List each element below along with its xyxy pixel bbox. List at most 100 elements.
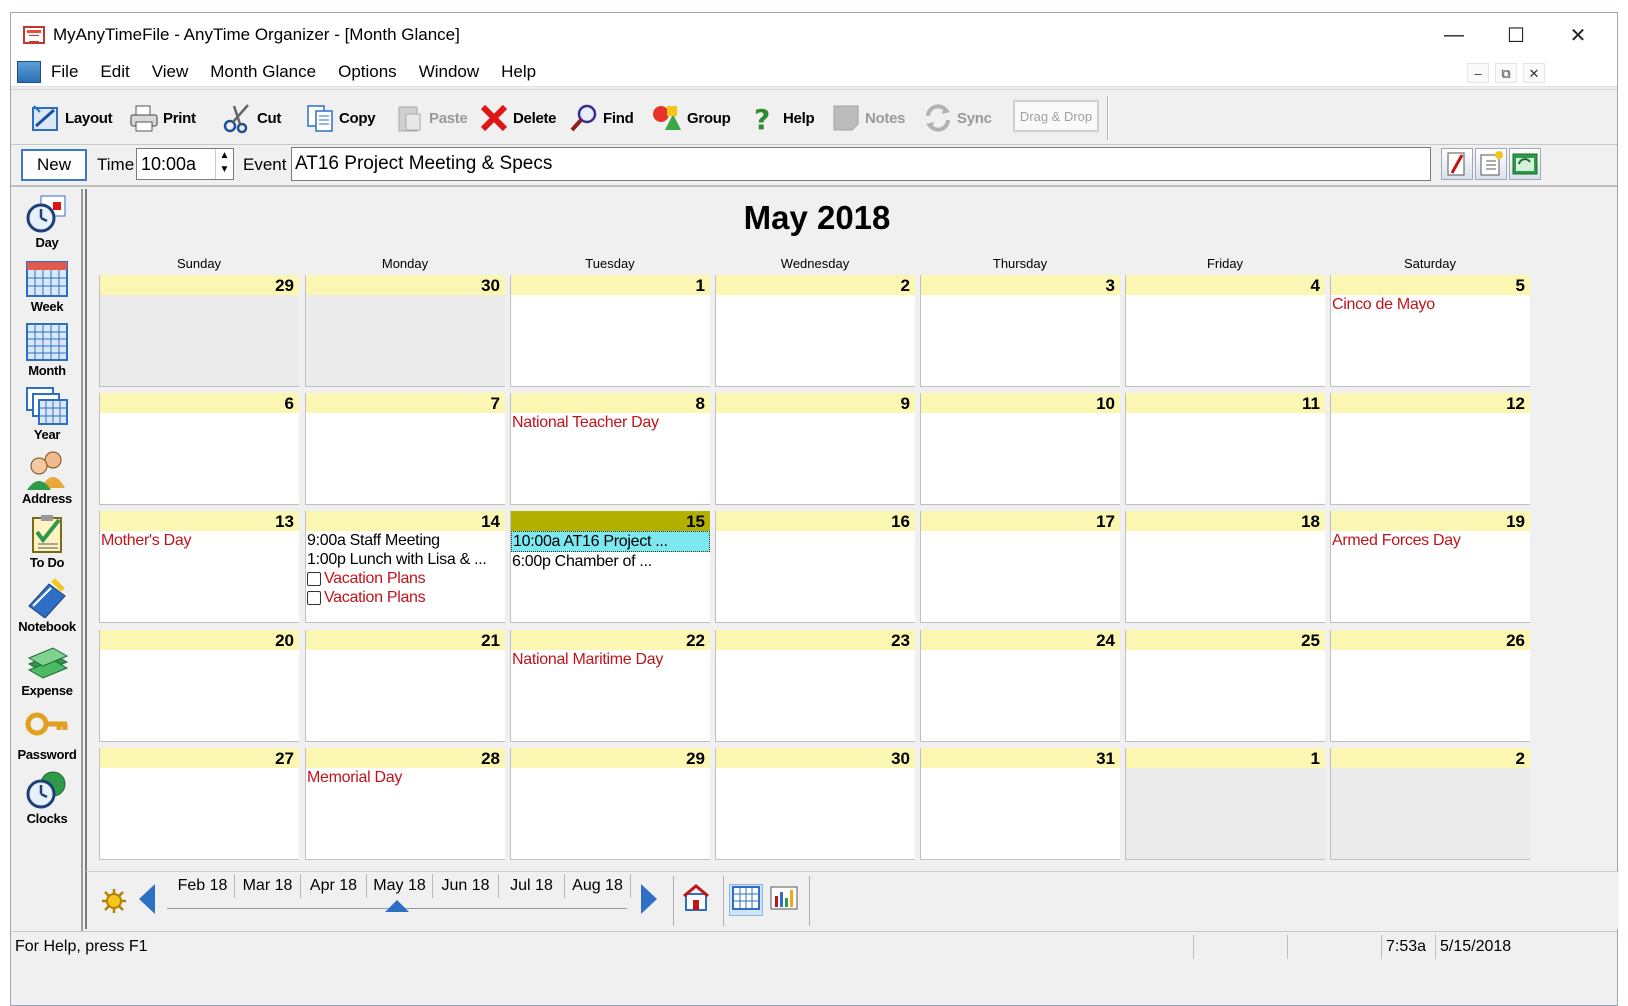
day-cell[interactable]: 4 bbox=[1125, 275, 1325, 387]
date-number[interactable]: 28 bbox=[306, 748, 505, 768]
date-number[interactable]: 1 bbox=[1126, 748, 1325, 768]
date-number[interactable]: 11 bbox=[1126, 393, 1325, 413]
maximize-button[interactable]: ☐ bbox=[1485, 13, 1547, 57]
todo-item[interactable]: Vacation Plans bbox=[306, 588, 505, 607]
mdi-restore-button[interactable]: ⧉ bbox=[1495, 63, 1517, 83]
date-number[interactable]: 14 bbox=[306, 511, 505, 531]
day-cell[interactable]: 27 bbox=[99, 748, 299, 860]
appointment[interactable]: 1:00p Lunch with Lisa & ... bbox=[306, 550, 505, 569]
date-number[interactable]: 2 bbox=[1331, 748, 1530, 768]
day-cell[interactable]: 24 bbox=[920, 630, 1120, 742]
new-note-icon[interactable] bbox=[1475, 148, 1507, 180]
day-cell[interactable]: 11 bbox=[1125, 393, 1325, 505]
date-number[interactable]: 17 bbox=[921, 511, 1120, 531]
day-cell[interactable]: 8 National Teacher Day bbox=[510, 393, 710, 505]
todo-checkbox[interactable] bbox=[307, 571, 321, 586]
date-number[interactable]: 1 bbox=[511, 275, 710, 295]
date-number[interactable]: 16 bbox=[716, 511, 915, 531]
today-calendar-button[interactable] bbox=[679, 884, 713, 916]
day-cell[interactable]: 9 bbox=[715, 393, 915, 505]
date-number[interactable]: 12 bbox=[1331, 393, 1530, 413]
day-cell[interactable]: 19 Armed Forces Day bbox=[1330, 511, 1530, 623]
sidebar-item-notebook[interactable]: Notebook bbox=[11, 577, 83, 639]
date-number[interactable]: 9 bbox=[716, 393, 915, 413]
day-cell[interactable]: 25 bbox=[1125, 630, 1325, 742]
date-number[interactable]: 7 bbox=[306, 393, 505, 413]
appointment[interactable]: 9:00a Staff Meeting bbox=[306, 531, 505, 550]
tab-month-jun[interactable]: Jun 18 bbox=[433, 874, 499, 898]
delete-button[interactable]: Delete bbox=[477, 98, 557, 138]
help-button[interactable]: ? Help bbox=[747, 98, 815, 138]
tab-month-aug[interactable]: Aug 18 bbox=[565, 874, 631, 898]
day-cell[interactable]: 3 bbox=[920, 275, 1120, 387]
sidebar-item-password[interactable]: Password bbox=[11, 705, 83, 767]
drag-drop-target[interactable]: Drag & Drop bbox=[1013, 100, 1099, 132]
date-number[interactable]: 25 bbox=[1126, 630, 1325, 650]
sync-button[interactable]: Sync bbox=[921, 98, 992, 138]
todo-item[interactable]: Vacation Plans bbox=[306, 569, 505, 588]
time-spinner[interactable]: ▲ ▼ bbox=[215, 149, 233, 179]
day-cell[interactable]: 2 bbox=[715, 275, 915, 387]
day-cell[interactable]: 15 10:00a AT16 Project ... 6:00p Chamber o… bbox=[510, 511, 710, 623]
day-cell[interactable]: 30 bbox=[715, 748, 915, 860]
title-bar[interactable]: MyAnyTimeFile - AnyTime Organizer - [Mon… bbox=[11, 13, 1617, 57]
date-number[interactable]: 26 bbox=[1331, 630, 1530, 650]
date-number[interactable]: 22 bbox=[511, 630, 710, 650]
date-number[interactable]: 29 bbox=[511, 748, 710, 768]
minimize-button[interactable]: — bbox=[1423, 13, 1485, 57]
day-cell[interactable]: 30 bbox=[305, 275, 505, 387]
date-number[interactable]: 21 bbox=[306, 630, 505, 650]
date-number[interactable]: 3 bbox=[921, 275, 1120, 295]
tab-month-jul[interactable]: Jul 18 bbox=[499, 874, 565, 898]
today-date-number[interactable]: 15 bbox=[511, 511, 710, 531]
notes-button[interactable]: Notes bbox=[829, 98, 905, 138]
date-number[interactable]: 6 bbox=[100, 393, 299, 413]
day-cell[interactable]: 13 Mother's Day bbox=[99, 511, 299, 623]
menu-month-glance[interactable]: Month Glance bbox=[210, 62, 316, 82]
sidebar-item-expense[interactable]: Expense bbox=[11, 641, 83, 703]
current-month-marker-icon[interactable] bbox=[385, 900, 409, 912]
event-input[interactable]: AT16 Project Meeting & Specs bbox=[291, 147, 1431, 181]
day-cell[interactable]: 1 bbox=[510, 275, 710, 387]
mdi-close-button[interactable]: ✕ bbox=[1523, 63, 1545, 83]
date-number[interactable]: 5 bbox=[1331, 275, 1530, 295]
day-cell[interactable]: 7 bbox=[305, 393, 505, 505]
day-cell[interactable]: 6 bbox=[99, 393, 299, 505]
sidebar-item-week[interactable]: Week bbox=[11, 257, 83, 319]
date-number[interactable]: 19 bbox=[1331, 511, 1530, 531]
selected-appointment[interactable]: 10:00a AT16 Project ... bbox=[511, 531, 710, 552]
menu-window[interactable]: Window bbox=[419, 62, 479, 82]
tab-month-may[interactable]: May 18 bbox=[367, 874, 433, 898]
menu-view[interactable]: View bbox=[152, 62, 189, 82]
sidebar-item-todo[interactable]: To Do bbox=[11, 513, 83, 575]
date-number[interactable]: 2 bbox=[716, 275, 915, 295]
day-cell[interactable]: 14 9:00a Staff Meeting 1:00p Lunch with Li… bbox=[305, 511, 505, 623]
mdi-minimize-button[interactable]: – bbox=[1467, 63, 1489, 83]
day-cell[interactable]: 12 bbox=[1330, 393, 1530, 505]
day-cell[interactable]: 18 bbox=[1125, 511, 1325, 623]
day-cell[interactable]: 29 bbox=[510, 748, 710, 860]
sidebar-item-clocks[interactable]: Clocks bbox=[11, 769, 83, 831]
tab-month-mar[interactable]: Mar 18 bbox=[235, 874, 301, 898]
date-number[interactable]: 23 bbox=[716, 630, 915, 650]
document-calendar-icon[interactable] bbox=[17, 60, 41, 83]
date-number[interactable]: 30 bbox=[716, 748, 915, 768]
month-view-toggle[interactable] bbox=[729, 884, 763, 916]
sidebar-item-day[interactable]: Day bbox=[11, 193, 83, 255]
day-cell[interactable]: 26 bbox=[1330, 630, 1530, 742]
date-number[interactable]: 30 bbox=[306, 275, 505, 295]
holiday-event[interactable]: Armed Forces Day bbox=[1331, 531, 1530, 550]
day-cell[interactable]: 1 bbox=[1125, 748, 1325, 860]
sidebar-item-address[interactable]: Address bbox=[11, 449, 83, 511]
find-button[interactable]: Find bbox=[567, 98, 634, 138]
day-cell[interactable]: 16 bbox=[715, 511, 915, 623]
next-month-arrow-icon[interactable] bbox=[641, 884, 657, 914]
day-cell[interactable]: 20 bbox=[99, 630, 299, 742]
date-number[interactable]: 8 bbox=[511, 393, 710, 413]
holiday-event[interactable]: Cinco de Mayo bbox=[1331, 295, 1530, 314]
todo-checkbox[interactable] bbox=[307, 590, 321, 605]
appointment[interactable]: 6:00p Chamber of ... bbox=[511, 552, 710, 571]
date-number[interactable]: 27 bbox=[100, 748, 299, 768]
cut-button[interactable]: Cut bbox=[221, 98, 281, 138]
date-number[interactable]: 29 bbox=[100, 275, 299, 295]
